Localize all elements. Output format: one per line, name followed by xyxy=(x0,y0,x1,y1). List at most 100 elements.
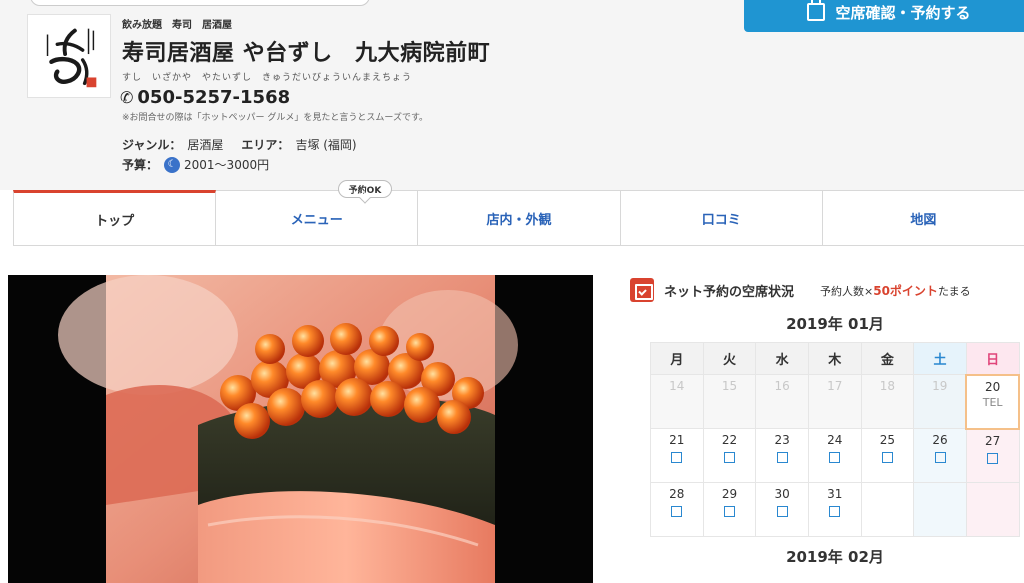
tab-interior[interactable]: 店内・外観 xyxy=(418,191,621,245)
shop-logo-mark xyxy=(28,15,110,97)
calendar-day-number: 15 xyxy=(721,379,738,393)
points-note-prefix: 予約人数× xyxy=(820,284,874,298)
points-note-suffix: たまる xyxy=(937,284,971,298)
calendar-day-cell[interactable]: 27 xyxy=(965,428,1020,483)
weekday-tue: 火 xyxy=(702,342,757,375)
calendar-day-number: 24 xyxy=(827,433,843,447)
calendar-day-number: 18 xyxy=(879,379,896,393)
calendar-day-number: 31 xyxy=(827,487,843,501)
available-square-icon xyxy=(987,452,999,464)
available-square-icon xyxy=(671,452,683,463)
calendar-body: 14 15 16 17 18 19 20 TEL 21 22 23 24 25 26 27 28 29 30 31 xyxy=(650,373,1020,537)
reserve-ok-badge: 予約OK xyxy=(338,180,392,198)
shop-logo xyxy=(27,14,111,98)
calendar-day-cell: 18 xyxy=(860,374,915,429)
calendar-day-number: 29 xyxy=(721,487,738,501)
calendar-day-number: 26 xyxy=(932,433,948,447)
tag-item: 居酒屋 xyxy=(202,20,232,31)
calendar-day-number: 17 xyxy=(827,379,843,393)
tab-menu[interactable]: メニュー xyxy=(216,191,419,245)
shop-tags: 飲み放題 寿司 居酒屋 xyxy=(122,16,232,31)
phone-note: ※お問合せの際は「ホットペッパー グルメ」を見たと言うとスムーズです。 xyxy=(122,113,429,123)
calendar-day-number: 21 xyxy=(669,433,685,447)
calendar-day-number: 19 xyxy=(932,379,948,393)
calendar-empty-cell xyxy=(860,482,915,537)
weekday-sat: 土 xyxy=(913,342,967,375)
weekday-wed: 水 xyxy=(755,342,809,375)
tab-reviews[interactable]: 口コミ xyxy=(620,191,823,245)
calendar-day-cell: 15 xyxy=(702,374,757,429)
calendar-day-number: 25 xyxy=(879,433,896,447)
genre-area-row: ジャンル： 居酒屋 エリア： 吉塚 (福岡) xyxy=(122,136,375,153)
calendar-day-cell: 19 xyxy=(913,374,967,429)
calendar-empty-cell xyxy=(913,482,967,537)
calendar-week-row: 14 15 16 17 18 19 20 TEL xyxy=(650,373,1020,430)
available-square-icon xyxy=(776,452,788,463)
calendar-day-number: 23 xyxy=(774,433,790,447)
reserve-button-label: 空席確認・予約する xyxy=(835,3,971,22)
search-bar-edge[interactable] xyxy=(30,0,370,6)
availability-title: ネット予約の空席状況 xyxy=(664,284,795,300)
tel-status: TEL xyxy=(982,395,1003,409)
dinner-moon-icon: ☾ xyxy=(164,156,181,173)
tab-top[interactable]: トップ xyxy=(13,190,217,245)
available-square-icon xyxy=(829,452,841,463)
shop-name: 寿司居酒屋 や台ずし 九大病院前町 xyxy=(122,41,491,66)
weekday-sun: 日 xyxy=(965,342,1020,375)
calendar-empty-cell xyxy=(965,482,1020,537)
availability-calendar: 月 火 水 木 金 土 日 14 15 16 17 18 19 20 TEL 21 22 23 24 2… xyxy=(650,342,1020,537)
shop-header: 飲み放題 寿司 居酒屋 寿司居酒屋 や台ずし 九大病院前町 すし いざかや やた… xyxy=(0,0,1024,190)
calendar-check-icon xyxy=(630,278,654,302)
calendar-day-cell[interactable]: 23 xyxy=(755,428,809,483)
availability-header: ネット予約の空席状況 予約人数×50ポイントたまる xyxy=(630,275,1024,305)
calendar-day-number: 16 xyxy=(774,379,790,393)
area-label: エリア： xyxy=(241,138,290,152)
main-photo[interactable] xyxy=(8,275,593,583)
points-amount: 50ポイント xyxy=(873,283,938,298)
weekday-thu: 木 xyxy=(807,342,862,375)
calendar-week-row: 28 29 30 31 xyxy=(650,482,1020,537)
calendar-day-cell[interactable]: 26 xyxy=(913,428,967,483)
calendar-day-cell[interactable]: 20 TEL xyxy=(965,373,1020,430)
available-square-icon xyxy=(671,506,683,517)
month-label-february: 2019年 02月 xyxy=(786,548,884,566)
phone-number-text: 050-5257-1568 xyxy=(137,87,291,108)
weekday-mon: 月 xyxy=(650,342,704,375)
calendar-day-cell: 14 xyxy=(650,374,704,429)
calendar-day-number: 27 xyxy=(985,433,1001,448)
available-square-icon xyxy=(723,506,735,517)
month-label-january: 2019年 01月 xyxy=(786,315,884,333)
shop-name-kana: すし いざかや やたいずし きゅうだいびょういんまえちょう xyxy=(122,73,413,83)
calendar-week-row: 21 22 23 24 25 26 27 xyxy=(650,428,1020,483)
calendar-icon xyxy=(807,0,826,21)
available-square-icon xyxy=(723,452,735,463)
available-square-icon xyxy=(829,506,841,517)
budget-row: 予算： ☾ 2001～3000円 xyxy=(122,156,287,173)
tag-item: 寿司 xyxy=(172,20,192,31)
calendar-day-number: 30 xyxy=(774,487,790,501)
budget-value: 2001～3000円 xyxy=(184,158,270,172)
calendar-day-cell[interactable]: 29 xyxy=(702,482,757,537)
available-square-icon xyxy=(934,452,946,463)
calendar-day-number: 28 xyxy=(669,487,685,501)
weekday-header-row: 月 火 水 木 金 土 日 xyxy=(650,342,1020,375)
calendar-day-cell[interactable]: 31 xyxy=(807,482,862,537)
sushi-photo-image xyxy=(8,275,593,583)
genre-value: 居酒屋 xyxy=(187,138,224,152)
calendar-day-cell[interactable]: 21 xyxy=(650,428,704,483)
calendar-day-cell[interactable]: 30 xyxy=(755,482,809,537)
calendar-day-number: 20 xyxy=(985,379,1001,394)
calendar-day-cell[interactable]: 22 xyxy=(702,428,757,483)
available-square-icon xyxy=(881,452,893,463)
genre-label: ジャンル： xyxy=(122,138,182,152)
points-note: 予約人数×50ポイントたまる xyxy=(820,282,971,299)
phone-icon: ✆ xyxy=(120,87,134,107)
tab-map[interactable]: 地図 xyxy=(822,191,1024,245)
calendar-day-cell[interactable]: 24 xyxy=(807,428,862,483)
phone-number[interactable]: ✆ 050-5257-1568 xyxy=(120,87,290,108)
available-square-icon xyxy=(776,506,788,517)
calendar-day-number: 14 xyxy=(669,379,685,393)
calendar-day-cell[interactable]: 25 xyxy=(860,428,915,483)
reserve-button[interactable]: 空席確認・予約する xyxy=(744,0,1024,32)
calendar-day-cell[interactable]: 28 xyxy=(650,482,704,537)
